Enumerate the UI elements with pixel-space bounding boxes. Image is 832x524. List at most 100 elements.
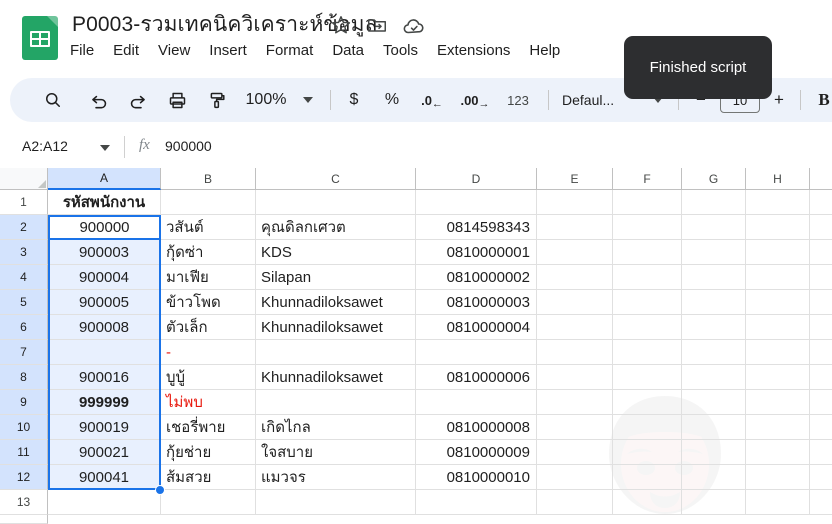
column-header-f[interactable]: F [613,168,682,190]
column-header-g[interactable]: G [682,168,746,190]
cell-d7[interactable] [416,340,537,365]
paint-format-icon[interactable] [200,78,234,122]
column-header-d[interactable]: D [416,168,537,190]
name-box[interactable]: A2:A12 [22,138,68,154]
cell-d11[interactable]: 0810000009 [416,440,537,465]
cell-b1[interactable] [161,190,256,215]
cell-b7[interactable]: - [161,340,256,365]
name-box-chevron-down-icon[interactable] [100,145,110,151]
cell-d6[interactable]: 0810000004 [416,315,537,340]
column-header-c[interactable]: C [256,168,416,190]
google-sheets-icon[interactable] [22,16,58,60]
cell-c1[interactable] [256,190,416,215]
menu-extensions[interactable]: Extensions [437,42,510,59]
cell-d2[interactable]: 0814598343 [416,215,537,240]
fill-handle[interactable] [155,485,165,495]
cell-c3[interactable]: KDS [256,240,416,265]
currency-format-button[interactable]: $ [338,78,370,122]
cell-b3[interactable]: กุ้ดซ่า [161,240,256,265]
cell-b11[interactable]: กุ้ยช่าย [161,440,256,465]
move-to-folder-icon[interactable] [366,14,388,36]
row-header-4[interactable]: 4 [0,265,48,290]
cell-a3[interactable]: 900003 [48,240,161,265]
cell-b6[interactable]: ตัวเล็ก [161,315,256,340]
row-header-11[interactable]: 11 [0,440,48,465]
cell-d9[interactable] [416,390,537,415]
row-header-5[interactable]: 5 [0,290,48,315]
undo-icon[interactable] [82,78,116,122]
row-header-6[interactable]: 6 [0,315,48,340]
cell-c8[interactable]: Khunnadiloksawet [256,365,416,390]
menu-format[interactable]: Format [266,42,314,59]
row-header-8[interactable]: 8 [0,365,48,390]
cell-a9[interactable]: 999999 [48,390,161,415]
menu-data[interactable]: Data [332,42,364,59]
cell-b2[interactable]: วสันต์ [161,215,256,240]
cell-a8[interactable]: 900016 [48,365,161,390]
cell-c2[interactable]: คุณดิลกเศวต [256,215,416,240]
row-header-13[interactable]: 13 [0,490,48,515]
cell-b5[interactable]: ข้าวโพด [161,290,256,315]
menu-file[interactable]: File [70,42,94,59]
row-header-3[interactable]: 3 [0,240,48,265]
cell-d3[interactable]: 0810000001 [416,240,537,265]
cell-a10[interactable]: 900019 [48,415,161,440]
cell-b12[interactable]: ส้มสวย [161,465,256,490]
cell-c7[interactable] [256,340,416,365]
cloud-check-icon[interactable] [402,14,424,36]
percent-format-button[interactable]: % [376,78,408,122]
cell-a1[interactable]: รหัสพนักงาน [48,190,161,215]
cell-c11[interactable]: ใจสบาย [256,440,416,465]
column-header-e[interactable]: E [537,168,613,190]
cell-b10[interactable]: เชอรี่พาย [161,415,256,440]
cell-d8[interactable]: 0810000006 [416,365,537,390]
menu-view[interactable]: View [158,42,190,59]
row-header-9[interactable]: 9 [0,390,48,415]
cell-a5[interactable]: 900005 [48,290,161,315]
zoom-level-value[interactable]: 100% [236,78,296,122]
cell-a11[interactable]: 900021 [48,440,161,465]
row-header-12[interactable]: 12 [0,465,48,490]
row-header-10[interactable]: 10 [0,415,48,440]
cell-d4[interactable]: 0810000002 [416,265,537,290]
menu-insert[interactable]: Insert [209,42,247,59]
cell-c12[interactable]: แมวจร [256,465,416,490]
cell-d1[interactable] [416,190,537,215]
more-formats-button[interactable]: 123 [498,78,538,122]
cell-c10[interactable]: เกิดไกล [256,415,416,440]
search-icon[interactable] [36,78,70,122]
star-icon[interactable] [330,14,352,36]
formula-input[interactable]: 900000 [165,138,212,154]
cell-a6[interactable]: 900008 [48,315,161,340]
cell-d5[interactable]: 0810000003 [416,290,537,315]
cell-c4[interactable]: Silapan [256,265,416,290]
cell-d10[interactable]: 0810000008 [416,415,537,440]
cell-b13[interactable] [161,490,256,515]
cell-a13[interactable] [48,490,161,515]
cell-a4[interactable]: 900004 [48,265,161,290]
menu-edit[interactable]: Edit [113,42,139,59]
redo-icon[interactable] [120,78,154,122]
column-header-b[interactable]: B [161,168,256,190]
cell-c6[interactable]: Khunnadiloksawet [256,315,416,340]
active-cell-value[interactable]: 900000 [48,215,161,240]
cell-d13[interactable] [416,490,537,515]
menu-help[interactable]: Help [529,42,560,59]
increase-decimal-button[interactable]: .00 → [454,78,496,122]
menu-tools[interactable]: Tools [383,42,418,59]
cell-a12[interactable]: 900041 [48,465,161,490]
print-icon[interactable] [160,78,194,122]
column-header-i[interactable] [810,168,832,190]
cell-a7[interactable] [48,340,161,365]
cell-c9[interactable] [256,390,416,415]
row-header-14[interactable] [0,515,48,524]
cell-b8[interactable]: บูบู้ [161,365,256,390]
column-header-h[interactable]: H [746,168,810,190]
select-all-corner[interactable] [0,168,48,190]
row-header-2[interactable]: 2 [0,215,48,240]
zoom-dropdown-icon[interactable] [296,78,320,122]
cell-b9[interactable]: ไม่พบ [161,390,256,415]
column-header-a[interactable]: A [48,168,161,190]
cell-c5[interactable]: Khunnadiloksawet [256,290,416,315]
cell-d12[interactable]: 0810000010 [416,465,537,490]
